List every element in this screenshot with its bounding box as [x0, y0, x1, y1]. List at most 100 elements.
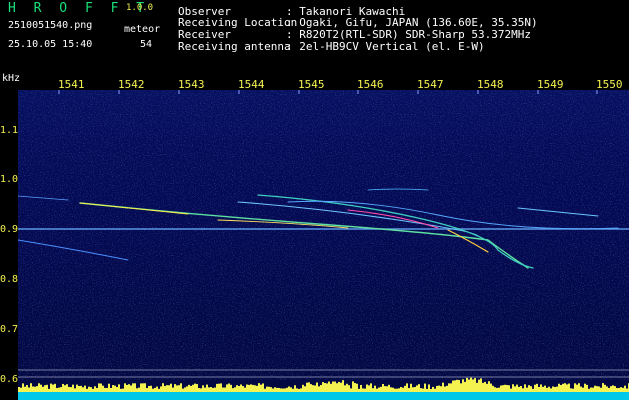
level-bar [324, 383, 326, 392]
level-bar [544, 385, 546, 392]
level-bar [470, 377, 472, 392]
level-bar [334, 381, 336, 392]
level-bar [456, 379, 458, 392]
y-tick-label: 1.1 [0, 125, 19, 136]
level-bar [44, 385, 46, 392]
level-bar [236, 385, 238, 392]
level-bar [128, 384, 130, 392]
level-bar [238, 386, 240, 392]
level-bar [488, 381, 490, 392]
level-bar [168, 385, 170, 392]
level-bar [576, 384, 578, 392]
level-bar [120, 388, 122, 392]
level-bar [482, 382, 484, 392]
y-tick-label: 0.8 [0, 274, 19, 285]
level-bar [574, 383, 576, 392]
level-bar [434, 388, 436, 392]
level-bar [26, 385, 28, 392]
level-bar [76, 384, 78, 392]
level-bar [122, 388, 124, 392]
level-bar [376, 388, 378, 392]
level-bar [528, 385, 530, 392]
level-bar [548, 386, 550, 392]
level-bar [82, 387, 84, 392]
x-tick-label: 1549 [537, 78, 564, 91]
level-bar [424, 383, 426, 392]
level-bar [444, 386, 446, 392]
level-bar [570, 388, 572, 392]
x-tick-label: 1547 [417, 78, 444, 91]
level-bar [408, 388, 410, 392]
level-bar [540, 384, 542, 392]
level-bar [124, 383, 126, 392]
level-bar [620, 387, 622, 392]
level-bar [72, 384, 74, 392]
level-bar [154, 387, 156, 392]
antenna-value: : 2el-HB9CV Vertical (el. E-W) [286, 40, 485, 53]
level-bar [242, 386, 244, 392]
level-bar [412, 387, 414, 392]
level-bar [136, 388, 138, 392]
level-bar [258, 383, 260, 392]
level-bar [550, 388, 552, 392]
level-bar [18, 387, 20, 392]
meteor-label: meteor [124, 24, 161, 35]
level-bar [588, 388, 590, 392]
level-bar [200, 388, 202, 392]
level-bar [336, 383, 338, 392]
level-bar [420, 388, 422, 392]
level-bar [146, 388, 148, 392]
level-bar [74, 388, 76, 392]
level-bar [560, 384, 562, 392]
level-bar [256, 385, 258, 392]
x-tick-label: 1542 [118, 78, 145, 91]
level-bar [350, 388, 352, 392]
level-bar [292, 388, 294, 392]
x-tick-label: 1545 [298, 78, 325, 91]
level-bar [602, 383, 604, 392]
level-bar [112, 385, 114, 392]
level-bar [148, 386, 150, 392]
level-bar [504, 384, 506, 392]
level-bar [478, 379, 480, 392]
level-bar [226, 384, 228, 392]
level-bar [450, 383, 452, 392]
level-base-strip [18, 392, 629, 400]
level-bar [380, 386, 382, 392]
level-bar [388, 384, 390, 392]
level-bar [212, 387, 214, 392]
level-bar [90, 387, 92, 392]
level-bar [512, 384, 514, 392]
level-bar [172, 387, 174, 392]
level-bar [442, 382, 444, 392]
level-bar [418, 384, 420, 392]
level-bar [438, 385, 440, 392]
level-bar [22, 383, 24, 392]
level-bar [274, 387, 276, 392]
level-bar [358, 388, 360, 392]
level-bar [24, 386, 26, 392]
level-bar [578, 383, 580, 392]
level-bar [230, 384, 232, 392]
level-bar [182, 388, 184, 392]
level-bar [178, 385, 180, 392]
level-bar [590, 387, 592, 392]
level-bar [332, 381, 334, 392]
level-bar [84, 385, 86, 392]
level-bar [378, 387, 380, 392]
level-bar [40, 384, 42, 392]
level-bar [184, 387, 186, 392]
y-tick-label: 0.6 [0, 374, 19, 385]
level-bar [402, 387, 404, 392]
level-bar [510, 388, 512, 392]
level-bar [614, 386, 616, 392]
level-bar [140, 383, 142, 392]
date-time: 25.10.05 15:40 [8, 39, 93, 50]
level-bar [176, 385, 178, 392]
level-bar [624, 385, 626, 392]
level-bar [278, 387, 280, 392]
level-bar [392, 387, 394, 392]
level-bar [64, 385, 66, 392]
level-bar [436, 385, 438, 392]
x-tick-label: 1543 [178, 78, 205, 91]
